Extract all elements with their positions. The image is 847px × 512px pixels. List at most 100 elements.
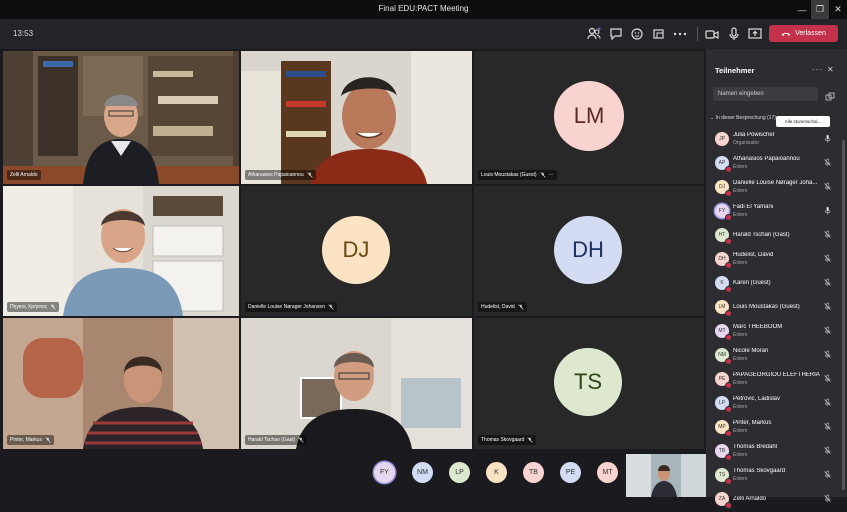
leave-button[interactable]: Verlassen <box>769 25 838 42</box>
share-screen-icon[interactable] <box>747 26 763 42</box>
overflow-avatar[interactable]: K <box>486 462 507 483</box>
mic-off-icon[interactable] <box>823 278 832 287</box>
maximize-icon[interactable]: ❐ <box>811 0 829 19</box>
mic-off-icon <box>306 172 313 178</box>
avatar: LM <box>554 81 624 151</box>
mic-off-icon[interactable] <box>823 254 832 263</box>
mic-icon[interactable] <box>726 26 742 42</box>
participant-list-scrollbar[interactable] <box>842 140 845 490</box>
mic-off-icon[interactable] <box>823 374 832 383</box>
overflow-avatar[interactable]: FY <box>374 462 395 483</box>
participant-video <box>3 318 239 449</box>
rooms-icon[interactable] <box>651 26 667 42</box>
participant-search-input[interactable]: Namen eingeben <box>713 87 818 101</box>
participants-section-header[interactable]: ⌄ In dieser Besprechung (17) <box>710 115 776 122</box>
reactions-icon[interactable] <box>630 26 646 42</box>
video-tile[interactable]: Pinter, Markus <box>3 318 239 449</box>
participant-role: Extern <box>733 260 748 266</box>
panel-close-icon[interactable]: ✕ <box>827 65 834 74</box>
participant-row[interactable]: MT Marc THEEBOOM Extern <box>706 320 847 344</box>
participant-row[interactable]: NM Nicole Moran Extern <box>706 344 847 368</box>
more-icon[interactable] <box>672 26 688 42</box>
presence-status-icon <box>725 406 732 413</box>
participant-row[interactable]: TS Thomas Skovgaard Extern <box>706 464 847 488</box>
mic-off-icon <box>539 172 546 178</box>
participant-row[interactable]: PE PAPAGEORGIOU ELEFTHERIA Extern <box>706 368 847 392</box>
tile-name: Zelli Arnaldo <box>7 170 41 180</box>
participant-video <box>241 318 472 449</box>
video-tile[interactable]: Harald Tschan (Gast) <box>241 318 472 449</box>
participant-row[interactable]: DJ Danielle Louise Nørager Joha... Extern <box>706 176 847 200</box>
participant-video <box>241 51 472 184</box>
video-tile[interactable]: DH Hudelist, David <box>474 186 704 316</box>
avatar: DH <box>554 216 622 284</box>
video-tile[interactable]: Πηγκος Χρήστος <box>3 186 239 316</box>
camera-icon[interactable] <box>704 26 720 42</box>
mic-off-icon[interactable] <box>823 350 832 359</box>
overflow-avatar[interactable]: MT <box>597 462 618 483</box>
share-invite-icon[interactable] <box>825 89 835 101</box>
participant-row[interactable]: K Karen (Guest) <box>706 272 847 296</box>
mic-off-icon[interactable] <box>823 302 832 311</box>
mic-off-icon[interactable] <box>823 422 832 431</box>
participant-name: Julia Powischer <box>733 132 775 138</box>
participant-row[interactable]: LP Petrovic, Ladislav Extern <box>706 392 847 416</box>
participant-row[interactable]: LM Louis Moustakas (Guest) <box>706 296 847 320</box>
mic-off-icon[interactable] <box>823 230 832 239</box>
mic-off-icon <box>45 437 51 443</box>
presence-status-icon <box>725 334 732 341</box>
mic-off-icon[interactable] <box>823 182 832 191</box>
participant-row[interactable]: HT Harald Tschan (Gast) <box>706 224 847 248</box>
mic-off-icon[interactable] <box>823 446 832 455</box>
presence-status-icon <box>725 502 732 509</box>
video-tile[interactable]: Zelli Arnaldo <box>3 51 239 184</box>
video-tile[interactable]: LM Louis Moustakas (Guest) ··· <box>474 51 704 184</box>
mic-off-icon[interactable] <box>823 398 832 407</box>
mic-off-icon[interactable] <box>823 494 832 503</box>
tile-more-icon[interactable]: ··· <box>549 172 554 178</box>
mic-off-icon <box>527 437 533 443</box>
video-tile[interactable]: DJ Danielle Louise Nørager Johansen <box>241 186 472 316</box>
presence-status-icon <box>725 454 732 461</box>
mic-off-icon[interactable] <box>823 326 832 335</box>
video-tile[interactable]: TS Thomas Skovgaard <box>474 318 704 449</box>
participant-name: Harald Tschan (Gast) <box>733 232 790 238</box>
mic-off-icon[interactable] <box>823 470 832 479</box>
presence-status-icon <box>725 214 732 221</box>
minimize-icon[interactable]: — <box>793 0 811 19</box>
mute-all-button[interactable]: Alle stummschal... <box>776 116 830 127</box>
participant-row[interactable]: TB Thomas Bredahl Extern <box>706 440 847 464</box>
participant-row[interactable]: ZA Zelli Arnaldo <box>706 488 847 512</box>
overflow-avatar[interactable]: TB <box>523 462 544 483</box>
panel-more-icon[interactable]: ··· <box>812 65 823 74</box>
tile-name: Athanasios Papaioannou <box>245 170 316 180</box>
participant-role: Extern <box>733 356 748 362</box>
participant-name: Fadi El Yamani <box>733 204 774 210</box>
participant-role: Extern <box>733 380 748 386</box>
mic-off-icon <box>298 437 304 443</box>
mic-on-icon[interactable] <box>823 206 832 215</box>
participant-row[interactable]: DH Hudelist, David Extern <box>706 248 847 272</box>
avatar: TS <box>554 348 622 416</box>
participant-row[interactable]: AP Athanasios Papaioannou Extern <box>706 152 847 176</box>
participant-role: Extern <box>733 188 748 194</box>
participant-row[interactable]: JP Julia Powischer Organisator <box>706 128 847 152</box>
toolbar-divider <box>697 27 698 41</box>
participant-row[interactable]: MP Pinter, Markus Extern <box>706 416 847 440</box>
chat-icon[interactable] <box>608 26 624 42</box>
overflow-avatar[interactable]: LP <box>449 462 470 483</box>
participant-name: Marc THEEBOOM <box>733 324 783 330</box>
close-window-icon[interactable]: ✕ <box>829 0 847 19</box>
overflow-avatar[interactable]: NM <box>412 462 433 483</box>
presence-status-icon <box>725 430 732 437</box>
mic-on-icon[interactable] <box>823 134 832 143</box>
presence-status-icon <box>725 166 732 173</box>
self-view-video[interactable] <box>626 454 706 497</box>
participant-role: Extern <box>733 164 748 170</box>
mic-off-icon[interactable] <box>823 158 832 167</box>
overflow-avatar[interactable]: PE <box>560 462 581 483</box>
people-icon[interactable] <box>586 26 602 42</box>
video-tile[interactable]: Athanasios Papaioannou <box>241 51 472 184</box>
participant-name: Pinter, Markus <box>733 420 772 426</box>
participant-row[interactable]: FY Fadi El Yamani Extern <box>706 200 847 224</box>
